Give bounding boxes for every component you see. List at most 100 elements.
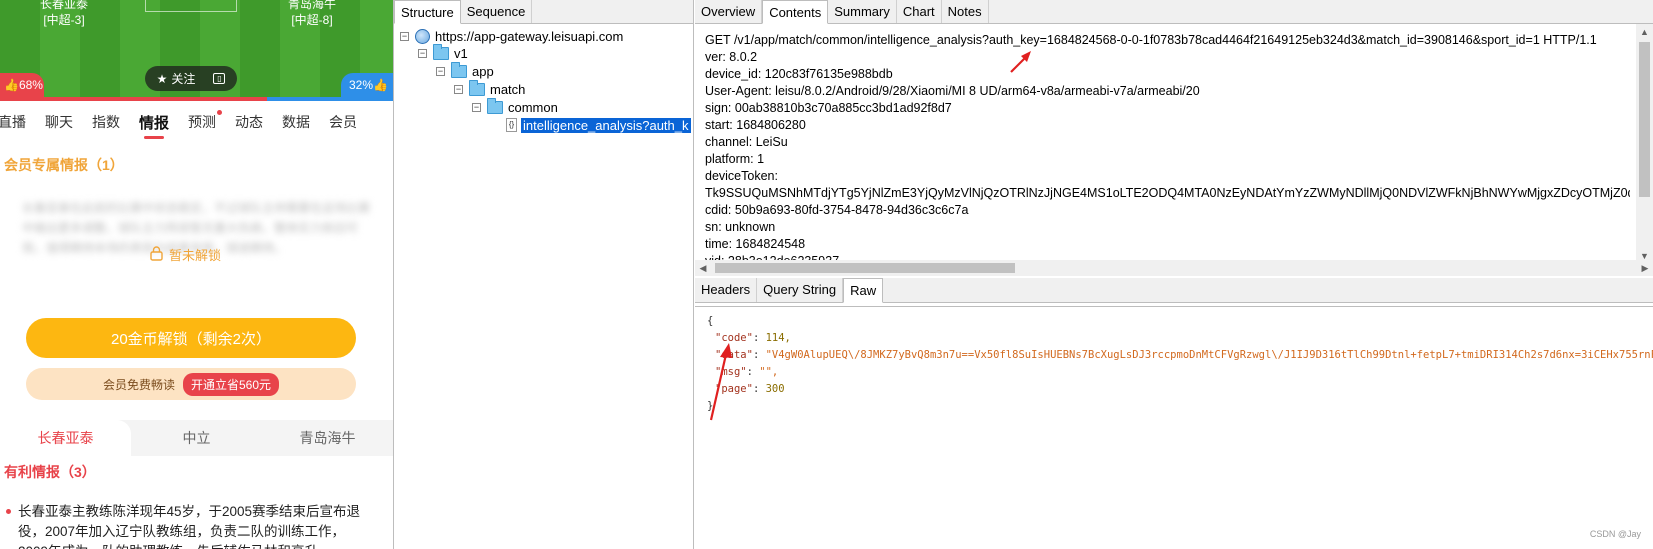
folder-icon	[433, 43, 449, 60]
team-tab-1[interactable]: 中立	[131, 420, 262, 456]
folder-icon	[487, 97, 503, 114]
screen-icon[interactable]: ▯	[213, 73, 226, 84]
team-tab-0[interactable]: 长春亚泰	[0, 420, 131, 456]
tree-node-common[interactable]: − common	[472, 97, 558, 116]
match-tab-1[interactable]: 聊天	[45, 112, 73, 142]
response-raw-view[interactable]: { "code": 114, "data": "V4gW0AlupUEQ\/8J…	[695, 306, 1653, 549]
team-tab-2[interactable]: 青岛海牛	[262, 420, 393, 456]
collapse-icon[interactable]: −	[454, 84, 463, 94]
request-line: sign: 00ab38810b3c70a885cc3bd1ad92f8d7	[705, 101, 952, 115]
collapse-icon[interactable]: −	[418, 48, 427, 58]
json-value-msg: "",	[759, 366, 779, 378]
tree-node-file-label: intelligence_analysis?auth_k	[521, 117, 691, 133]
tab-notes[interactable]: Notes	[941, 0, 989, 23]
json-file-icon: {}	[506, 118, 517, 132]
response-tabbar: Headers Query String Raw	[695, 278, 1653, 303]
support-ratio-fill	[0, 97, 268, 101]
locked-label: 暂未解锁	[169, 248, 222, 263]
locked-indicator[interactable]: 暂未解锁	[150, 245, 221, 264]
tab-contents[interactable]: Contents	[762, 0, 829, 24]
support-ratio-bar	[0, 97, 393, 101]
match-tab-6[interactable]: 数据	[282, 112, 310, 142]
follow-label: 关注	[171, 72, 196, 86]
tree-node-v1-label: v1	[454, 45, 468, 61]
globe-icon	[415, 28, 430, 44]
tab-sequence[interactable]: Sequence	[460, 0, 533, 23]
json-value-data: "V4gW0AlupUEQ\/8JMKZ7yBvQ8m3n7u==Vx50fl8…	[765, 349, 1653, 361]
request-line: device_id: 120c83f76135e988bdb	[705, 67, 893, 81]
match-tab-3[interactable]: 情报	[139, 112, 169, 142]
match-tab-5[interactable]: 动态	[235, 112, 263, 142]
match-tab-2[interactable]: 指数	[92, 112, 120, 142]
contents-panel: Overview Contents Summary Chart Notes GET /v…	[695, 0, 1653, 549]
away-team-league: [中超-8]	[291, 13, 333, 27]
request-line: sn: unknown	[705, 220, 776, 234]
request-raw-view[interactable]: GET /v1/app/match/common/intelligence_an…	[695, 24, 1653, 274]
tree-node-v1[interactable]: − v1	[418, 43, 468, 62]
collapse-icon[interactable]: −	[472, 102, 481, 112]
subtab-raw[interactable]: Raw	[843, 278, 884, 303]
scroll-thumb[interactable]	[1639, 42, 1650, 197]
folder-icon	[451, 61, 467, 78]
home-team[interactable]: 长春亚泰 [中超-3]	[40, 0, 88, 28]
request-line: channel: LeiSu	[705, 135, 788, 149]
folder-icon	[469, 79, 485, 96]
subtab-headers[interactable]: Headers	[695, 278, 758, 302]
tree-node-host[interactable]: − https://app-gateway.leisuapi.com	[400, 27, 623, 45]
tab-structure[interactable]: Structure	[394, 0, 461, 24]
tree-node-common-label: common	[508, 99, 558, 115]
tree-node-app[interactable]: − app	[436, 61, 494, 80]
request-line: cdid: 50b9a693-80fd-3754-8478-94d36c3c6c…	[705, 203, 969, 217]
member-section-title: 会员专属情报（1）	[4, 157, 124, 173]
request-line: ver: 8.0.2	[705, 50, 758, 64]
tab-overview[interactable]: Overview	[695, 0, 763, 23]
scroll-left-icon[interactable]: ◀	[695, 260, 711, 276]
favorable-intel-item: 长春亚泰主教练陈洋现年45岁，于2005赛季结束后宣布退役，2007年加入辽宁队…	[6, 502, 373, 549]
scroll-right-icon[interactable]: ▶	[1637, 260, 1653, 276]
structure-tabbar: Structure Sequence	[394, 0, 693, 24]
tree-node-file[interactable]: {} intelligence_analysis?auth_k	[506, 116, 691, 134]
away-team[interactable]: 青岛海牛 [中超-8]	[288, 0, 336, 28]
subtab-query-string[interactable]: Query String	[757, 278, 844, 302]
request-line: start: 1684806280	[705, 118, 806, 132]
annotation-arrow-auth-key	[1010, 51, 1031, 73]
match-tabs: 直播 聊天 指数 情报 预测 动态 数据 会员	[0, 110, 393, 142]
away-team-name: 青岛海牛	[288, 0, 337, 11]
tab-summary[interactable]: Summary	[828, 0, 897, 23]
tab-chart[interactable]: Chart	[896, 0, 942, 23]
unlock-with-coins-button[interactable]: 20金币解锁（剩余2次）	[26, 318, 356, 358]
vip-text: 会员免费畅读	[102, 377, 175, 392]
match-pitch-banner: 长春亚泰 [中超-3] 青岛海牛 [中超-8] ★ 关注 ▯ 👍68% 32%👍	[0, 0, 393, 97]
favorable-section-title: 有利情报（3）	[4, 464, 96, 480]
team-filter-tabs: 长春亚泰 中立 青岛海牛	[0, 420, 393, 456]
json-value-page: 300	[765, 383, 785, 395]
match-tab-0[interactable]: 直播	[0, 112, 26, 142]
home-team-name: 长春亚泰	[40, 0, 89, 11]
structure-panel: Structure Sequence − https://app-gateway.…	[393, 0, 694, 549]
tree-node-match[interactable]: − match	[454, 79, 525, 98]
home-support-pct[interactable]: 👍68%	[0, 73, 44, 97]
request-vertical-scrollbar[interactable]: ▲ ▼	[1636, 24, 1653, 264]
collapse-icon[interactable]: −	[436, 66, 445, 76]
thumb-up-icon: 👍	[373, 78, 388, 92]
collapse-icon[interactable]: −	[400, 31, 409, 41]
vip-free-read-bar[interactable]: 会员免费畅读 开通立省560元	[26, 368, 356, 400]
follow-button[interactable]: ★ 关注 ▯	[145, 66, 237, 91]
scroll-up-icon[interactable]: ▲	[1636, 24, 1653, 40]
json-value-code: 114,	[765, 332, 791, 344]
pitch-penalty-box	[145, 0, 237, 12]
match-tab-4[interactable]: 预测	[188, 110, 223, 142]
away-support-pct[interactable]: 32%👍	[341, 73, 393, 97]
request-horizontal-scrollbar[interactable]: ◀ ▶	[695, 260, 1653, 276]
request-lines: GET /v1/app/match/common/intelligence_an…	[705, 32, 1630, 270]
json-open-brace: {	[707, 315, 714, 327]
request-line: deviceToken:	[705, 169, 778, 183]
request-line: time: 1684824548	[705, 237, 806, 251]
lock-icon	[150, 245, 163, 264]
inspector-tabbar: Overview Contents Summary Chart Notes	[695, 0, 1653, 24]
match-tab-7[interactable]: 会员	[329, 112, 357, 142]
scroll-thumb[interactable]	[715, 263, 1015, 273]
vip-open-pill[interactable]: 开通立省560元	[182, 372, 280, 396]
phone-app-panel: 长春亚泰 [中超-3] 青岛海牛 [中超-8] ★ 关注 ▯ 👍68% 32%👍…	[0, 0, 393, 549]
away-pct-text: 32%	[349, 78, 374, 92]
